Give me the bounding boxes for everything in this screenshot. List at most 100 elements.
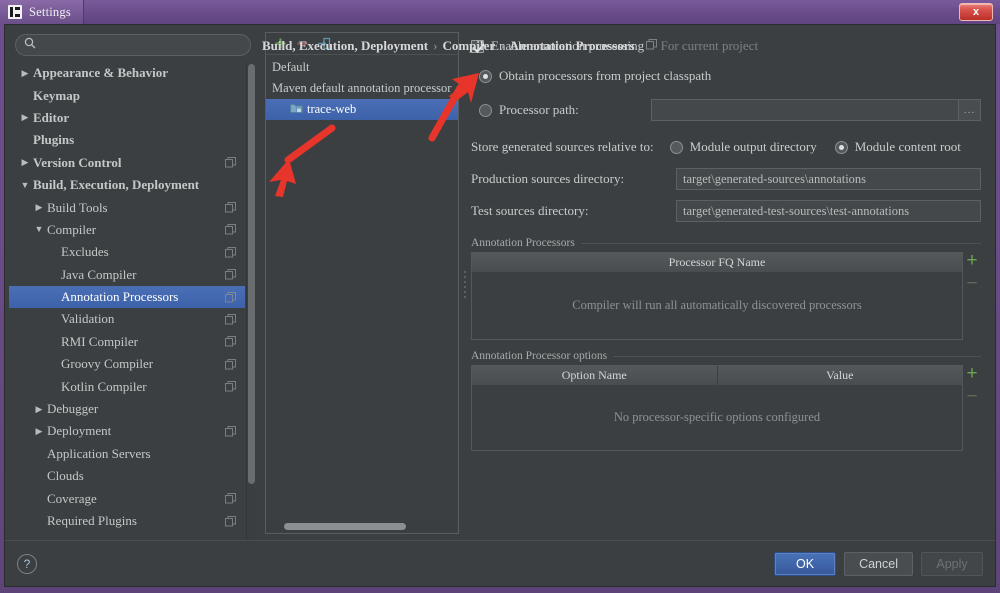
sidebar-item-application-servers[interactable]: Application Servers — [9, 443, 245, 465]
profile-list-item[interactable]: Default — [266, 57, 458, 78]
breadcrumb-separator: › — [500, 38, 504, 54]
search-input[interactable] — [42, 38, 242, 52]
chevron-right-icon[interactable]: ▶ — [17, 113, 33, 122]
test-sources-input[interactable]: target\generated-test-sources\test-annot… — [676, 200, 981, 222]
processors-table[interactable]: Processor FQ Name Compiler will run all … — [471, 252, 963, 340]
sidebar-item-label: Validation — [61, 311, 225, 327]
project-scope-icon — [225, 202, 239, 213]
chevron-right-icon[interactable]: ▶ — [31, 405, 47, 414]
sidebar-scrollbar-thumb[interactable] — [248, 64, 255, 484]
sidebar-item-debugger[interactable]: ▶Debugger — [9, 398, 245, 420]
module-content-root-radio[interactable] — [835, 141, 848, 154]
profiles-list[interactable]: DefaultMaven default annotation processo… — [266, 55, 458, 522]
sidebar-item-compiler[interactable]: ▼Compiler — [9, 219, 245, 241]
sidebar-item-version-control[interactable]: ▶Version Control — [9, 152, 245, 174]
remove-option-button[interactable]: − — [966, 390, 977, 404]
profiles-hscrollbar[interactable] — [268, 522, 456, 531]
breadcrumb-scope-label: For current project — [661, 38, 758, 54]
processor-path-browse-button[interactable]: ... — [959, 99, 981, 121]
sidebar-item-plugins[interactable]: Plugins — [9, 129, 245, 151]
module-output-directory-label: Module output directory — [690, 139, 817, 155]
obtain-from-classpath-row: Obtain processors from project classpath — [471, 59, 981, 93]
sidebar-item-label: Version Control — [33, 155, 225, 171]
settings-window: Settings x — [0, 0, 1000, 593]
remove-processor-button[interactable]: − — [966, 277, 977, 291]
sidebar-item-appearance-behavior[interactable]: ▶Appearance & Behavior — [9, 62, 245, 84]
sidebar-item-java-compiler[interactable]: Java Compiler — [9, 264, 245, 286]
test-sources-label: Test sources directory: — [471, 203, 676, 219]
processor-path-input[interactable] — [651, 99, 959, 121]
chevron-down-icon[interactable]: ▼ — [31, 225, 47, 234]
sidebar-item-keymap[interactable]: Keymap — [9, 84, 245, 106]
sidebar-item-label: Editor — [33, 110, 239, 126]
options-column-name[interactable]: Option Name — [472, 366, 718, 385]
sidebar-item-kotlin-compiler[interactable]: Kotlin Compiler — [9, 375, 245, 397]
apply-button[interactable]: Apply — [921, 552, 983, 576]
search-box[interactable] — [15, 34, 251, 56]
intellij-idea-logo-icon — [8, 5, 22, 19]
sidebar-item-coverage[interactable]: Coverage — [9, 487, 245, 509]
processors-table-wrap: Processor FQ Name Compiler will run all … — [471, 252, 981, 340]
sidebar-item-annotation-processors[interactable]: Annotation Processors — [9, 286, 245, 308]
profiles-hscrollbar-thumb[interactable] — [284, 523, 406, 530]
sidebar-scrollbar[interactable] — [246, 62, 255, 540]
dialog-buttons: OK Cancel Apply — [774, 552, 983, 576]
breadcrumb-part[interactable]: Build, Execution, Deployment — [262, 38, 428, 54]
project-scope-icon — [225, 336, 239, 347]
project-scope-icon — [225, 381, 239, 392]
sidebar-item-deployment[interactable]: ▶Deployment — [9, 420, 245, 442]
options-table-wrap: Option Name Value No processor-specific … — [471, 365, 981, 451]
chevron-right-icon[interactable]: ▶ — [31, 203, 47, 212]
project-scope-icon — [225, 359, 239, 370]
chevron-right-icon[interactable]: ▶ — [17, 69, 33, 78]
options-column-value[interactable]: Value — [718, 366, 963, 385]
sidebar-item-label: Appearance & Behavior — [33, 65, 239, 81]
sidebar-item-label: Build, Execution, Deployment — [33, 177, 239, 193]
processors-group: Annotation Processors Processor FQ Name … — [471, 237, 981, 340]
production-sources-input[interactable]: target\generated-sources\annotations — [676, 168, 981, 190]
close-window-button[interactable]: x — [959, 3, 993, 21]
sidebar-item-required-plugins[interactable]: Required Plugins — [9, 510, 245, 532]
profile-list-item[interactable]: Maven default annotation processor — [266, 78, 458, 99]
panel-splitter[interactable] — [459, 29, 471, 540]
chevron-right-icon[interactable]: ▶ — [31, 427, 47, 436]
sidebar-item-excludes[interactable]: Excludes — [9, 241, 245, 263]
breadcrumb: Build, Execution, Deployment›Compiler›An… — [258, 33, 758, 59]
breadcrumb-part[interactable]: Compiler — [442, 38, 495, 54]
processors-table-actions: + − — [963, 252, 981, 340]
options-table-actions: + − — [963, 365, 981, 451]
sidebar-item-clouds[interactable]: Clouds — [9, 465, 245, 487]
sidebar-item-validation[interactable]: Validation — [9, 308, 245, 330]
profile-list-item[interactable]: trace-web — [266, 99, 458, 120]
dialog-content: ▶Appearance & BehaviorKeymap▶EditorPlugi… — [5, 25, 995, 540]
processors-column-fq-name[interactable]: Processor FQ Name — [472, 253, 962, 272]
chevron-down-icon[interactable]: ▼ — [17, 181, 33, 190]
sidebar-item-build-tools[interactable]: ▶Build Tools — [9, 196, 245, 218]
folder-module-icon — [290, 102, 303, 118]
obtain-from-classpath-radio[interactable] — [479, 70, 492, 83]
module-output-directory-radio[interactable] — [670, 141, 683, 154]
sidebar-item-label: Annotation Processors — [61, 289, 225, 305]
test-sources-row: Test sources directory: target\generated… — [471, 195, 981, 227]
options-table[interactable]: Option Name Value No processor-specific … — [471, 365, 963, 451]
breadcrumb-part[interactable]: Annotation Processors — [510, 38, 635, 54]
ok-button[interactable]: OK — [774, 552, 836, 576]
processor-path-radio[interactable] — [479, 104, 492, 117]
sidebar-item-label: Java Compiler — [61, 267, 225, 283]
sidebar-item-rmi-compiler[interactable]: RMI Compiler — [9, 331, 245, 353]
cancel-button[interactable]: Cancel — [844, 552, 913, 576]
add-processor-button[interactable]: + — [966, 254, 977, 268]
options-table-empty: No processor-specific options configured — [472, 385, 962, 450]
group-divider — [613, 356, 981, 357]
sidebar-item-label: Coverage — [47, 491, 225, 507]
settings-tree[interactable]: ▶Appearance & BehaviorKeymap▶EditorPlugi… — [9, 62, 257, 540]
help-button[interactable]: ? — [17, 554, 37, 574]
add-option-button[interactable]: + — [966, 367, 977, 381]
processors-group-title: Annotation Processors — [471, 237, 981, 249]
sidebar-item-groovy-compiler[interactable]: Groovy Compiler — [9, 353, 245, 375]
sidebar-item-editor[interactable]: ▶Editor — [9, 107, 245, 129]
chevron-right-icon[interactable]: ▶ — [17, 158, 33, 167]
options-group-title: Annotation Processor options — [471, 350, 981, 362]
sidebar-item-label: Kotlin Compiler — [61, 379, 225, 395]
sidebar-item-build-execution-deployment[interactable]: ▼Build, Execution, Deployment — [9, 174, 245, 196]
